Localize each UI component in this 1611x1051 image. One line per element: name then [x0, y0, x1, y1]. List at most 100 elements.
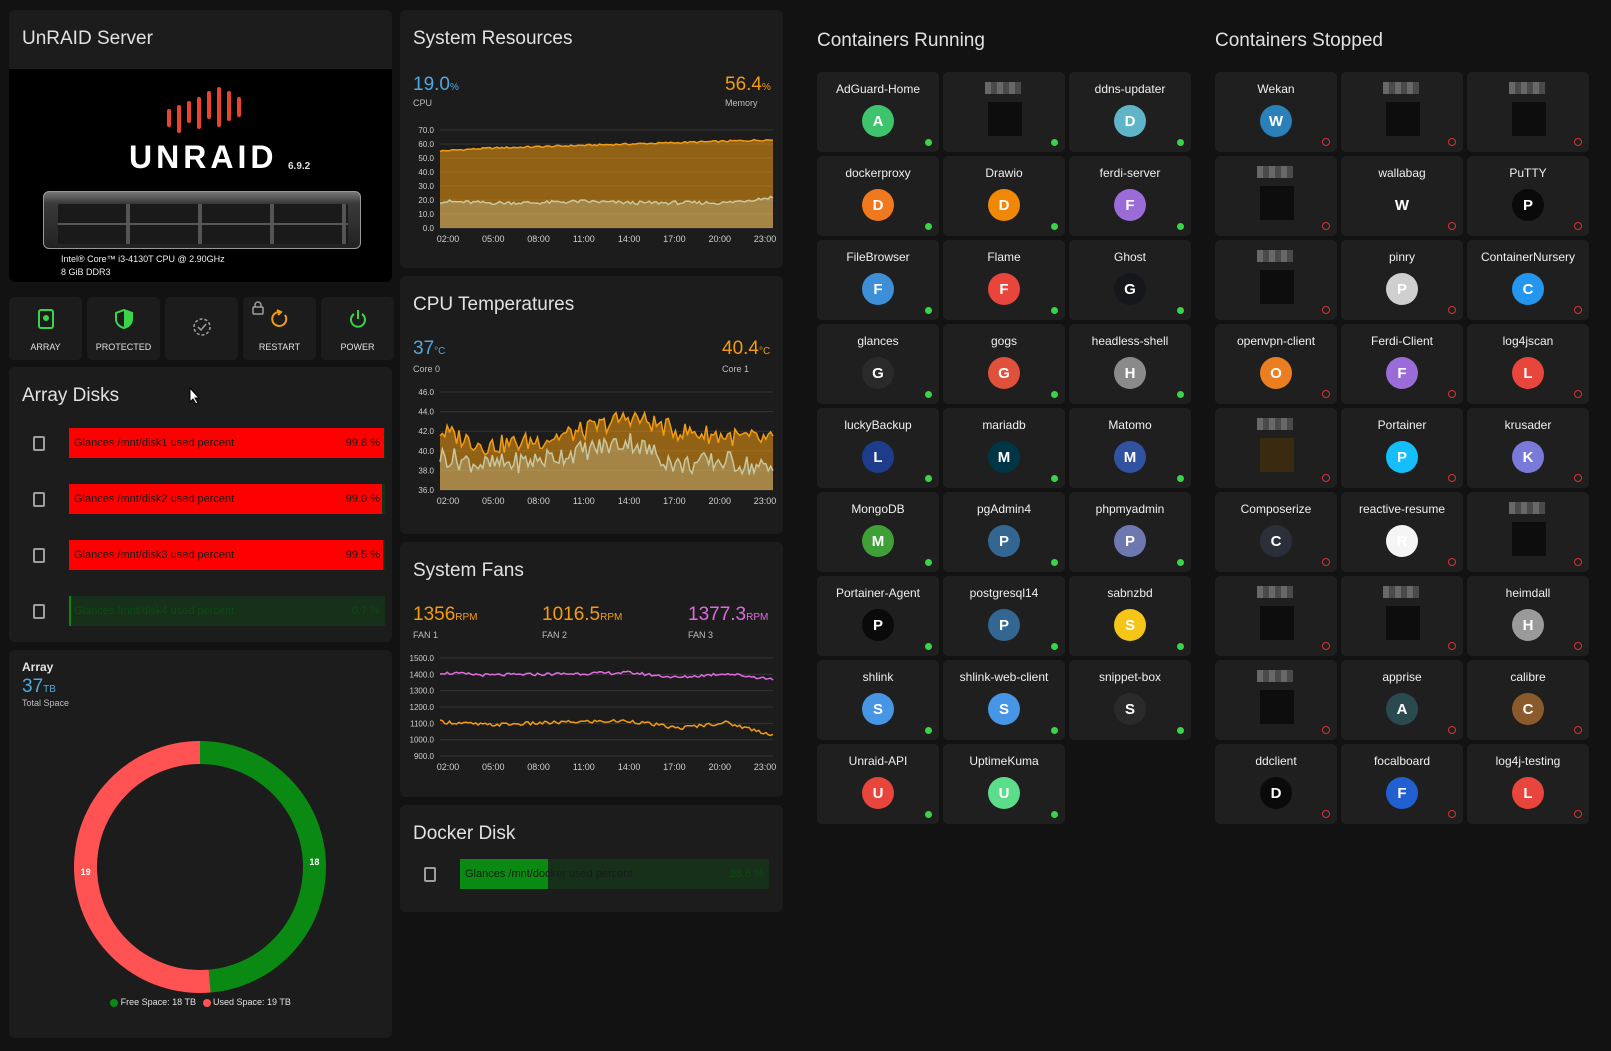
container-tile-shlink[interactable]: shlink S — [817, 660, 939, 740]
container-tile-log4j-testing[interactable]: log4j-testing L — [1467, 744, 1589, 824]
container-tile-apprise[interactable]: apprise A — [1341, 660, 1463, 740]
container-name: UptimeKuma — [969, 754, 1039, 768]
legend-used: Used Space: 19 TB — [213, 997, 291, 1007]
container-tile-mariadb[interactable]: mariadb M — [943, 408, 1065, 488]
x-tick-label: 23:00 — [754, 762, 777, 772]
container-tile-dockerproxy[interactable]: dockerproxy D — [817, 156, 939, 236]
container-tile-redacted[interactable] — [1467, 72, 1589, 152]
container-tile-portainer[interactable]: Portainer P — [1341, 408, 1463, 488]
container-tile-ddns-updater[interactable]: ddns-updater D — [1069, 72, 1191, 152]
protected-button[interactable]: PROTECTED — [87, 297, 160, 360]
container-tile-log4jscan[interactable]: log4jscan L — [1467, 324, 1589, 404]
system-resources-card: System Resources 19.0% CPU 56.4% Memory … — [400, 10, 783, 268]
ferdi-icon: F — [1386, 357, 1418, 389]
container-tile-ddclient[interactable]: ddclient D — [1215, 744, 1337, 824]
y-tick-label: 44.0 — [418, 408, 434, 417]
stopped-status-dot — [1574, 138, 1582, 146]
docker-disk-title: Docker Disk — [413, 823, 516, 844]
container-tile-postgresql14[interactable]: postgresql14 P — [943, 576, 1065, 656]
redacted-icon — [1260, 186, 1294, 220]
container-tile-reactive-resume[interactable]: reactive-resume R — [1341, 492, 1463, 572]
container-tile-ferdi-client[interactable]: Ferdi-Client F — [1341, 324, 1463, 404]
container-tile-phpmyadmin[interactable]: phpmyadmin P — [1069, 492, 1191, 572]
container-name: pinry — [1388, 250, 1415, 264]
parity-check-button[interactable] — [165, 297, 238, 360]
container-tile-shlink-web-client[interactable]: shlink-web-client S — [943, 660, 1065, 740]
pinry-icon: P — [1386, 273, 1418, 305]
wekan-icon: W — [1260, 105, 1292, 137]
system-fans-chart: 1500.0 1400.0 1300.0 1200.0 1100.0 1000.0 900.… — [410, 654, 777, 772]
gopher-icon: D — [1114, 105, 1146, 137]
sab-icon: S — [1114, 609, 1146, 641]
y-tick-label: 10.0 — [418, 210, 434, 219]
container-tile-redacted[interactable] — [1341, 576, 1463, 656]
redacted-name — [1257, 250, 1293, 262]
y-tick-label: 38.0 — [418, 466, 434, 475]
container-tile-redacted[interactable] — [1215, 156, 1337, 236]
container-tile-wekan[interactable]: Wekan W — [1215, 72, 1337, 152]
redacted-icon — [1260, 606, 1294, 640]
container-tile-wallabag[interactable]: wallabag W — [1341, 156, 1463, 236]
container-tile-drawio[interactable]: Drawio D — [943, 156, 1065, 236]
container-tile-flame[interactable]: Flame F — [943, 240, 1065, 320]
filebrowser-icon: F — [862, 273, 894, 305]
container-tile-redacted[interactable] — [1215, 408, 1337, 488]
container-tile-redacted[interactable] — [1215, 240, 1337, 320]
cursor-icon — [189, 386, 201, 410]
container-tile-ferdi-server[interactable]: ferdi-server F — [1069, 156, 1191, 236]
cpu-temps-chart: 46.0 44.0 42.0 40.0 38.0 36.002:00 05:00 08:00 1… — [418, 388, 776, 506]
docker-disk-card: Docker Disk Glances /mnt/docker used per… — [400, 805, 783, 912]
y-tick-label: 1100.0 — [410, 719, 434, 728]
stopped-status-dot — [1448, 222, 1456, 230]
container-tile-composerize[interactable]: Composerize C — [1215, 492, 1337, 572]
container-name: wallabag — [1378, 166, 1426, 180]
container-tile-unraid-api[interactable]: Unraid-API U — [817, 744, 939, 824]
container-tile-gogs[interactable]: gogs G — [943, 324, 1065, 404]
x-tick-label: 08:00 — [527, 496, 550, 506]
restart-button[interactable]: RESTART — [243, 297, 316, 360]
container-tile-putty[interactable]: PuTTY P — [1467, 156, 1589, 236]
container-tile-pgadmin4[interactable]: pgAdmin4 P — [943, 492, 1065, 572]
container-tile-snippet-box[interactable]: snippet-box S — [1069, 660, 1191, 740]
restart-icon — [243, 309, 316, 335]
container-tile-redacted[interactable] — [1215, 660, 1337, 740]
container-tile-redacted[interactable] — [1467, 492, 1589, 572]
array-button[interactable]: ARRAY — [9, 297, 82, 360]
running-status-dot — [1051, 811, 1058, 818]
container-tile-pinry[interactable]: pinry P — [1341, 240, 1463, 320]
container-tile-redacted[interactable] — [943, 72, 1065, 152]
container-tile-krusader[interactable]: krusader K — [1467, 408, 1589, 488]
running-status-dot — [1051, 223, 1058, 230]
running-status-dot — [1177, 223, 1184, 230]
container-tile-sabnzbd[interactable]: sabnzbd S — [1069, 576, 1191, 656]
container-tile-filebrowser[interactable]: FileBrowser F — [817, 240, 939, 320]
stopped-status-dot — [1448, 558, 1456, 566]
container-tile-openvpn-client[interactable]: openvpn-client O — [1215, 324, 1337, 404]
drawio-icon: D — [988, 189, 1020, 221]
container-tile-mongodb[interactable]: MongoDB M — [817, 492, 939, 572]
container-tile-headless-shell[interactable]: headless-shell H — [1069, 324, 1191, 404]
core1-label: Core 1 — [722, 364, 750, 374]
container-tile-redacted[interactable] — [1215, 576, 1337, 656]
container-tile-focalboard[interactable]: focalboard F — [1341, 744, 1463, 824]
hdd-icon — [33, 492, 45, 507]
container-tile-glances[interactable]: glances G — [817, 324, 939, 404]
container-tile-containernursery[interactable]: ContainerNursery C — [1467, 240, 1589, 320]
container-tile-portainer-agent[interactable]: Portainer-Agent P — [817, 576, 939, 656]
running-status-dot — [1051, 475, 1058, 482]
redacted-icon — [1260, 270, 1294, 304]
container-tile-luckybackup[interactable]: luckyBackup L — [817, 408, 939, 488]
container-tile-uptimekuma[interactable]: UptimeKuma U — [943, 744, 1065, 824]
container-tile-ghost[interactable]: Ghost G — [1069, 240, 1191, 320]
container-tile-matomo[interactable]: Matomo M — [1069, 408, 1191, 488]
container-name: gogs — [990, 334, 1018, 348]
y-tick-label: 60.0 — [418, 140, 434, 149]
container-name: postgresql14 — [969, 586, 1039, 600]
container-tile-adguard-home[interactable]: AdGuard-Home A — [817, 72, 939, 152]
container-tile-heimdall[interactable]: heimdall H — [1467, 576, 1589, 656]
container-name: mariadb — [982, 418, 1026, 432]
container-tile-calibre[interactable]: calibre C — [1467, 660, 1589, 740]
container-tile-redacted[interactable] — [1341, 72, 1463, 152]
container-name: ddns-updater — [1094, 82, 1166, 96]
power-button[interactable]: POWER — [321, 297, 394, 360]
